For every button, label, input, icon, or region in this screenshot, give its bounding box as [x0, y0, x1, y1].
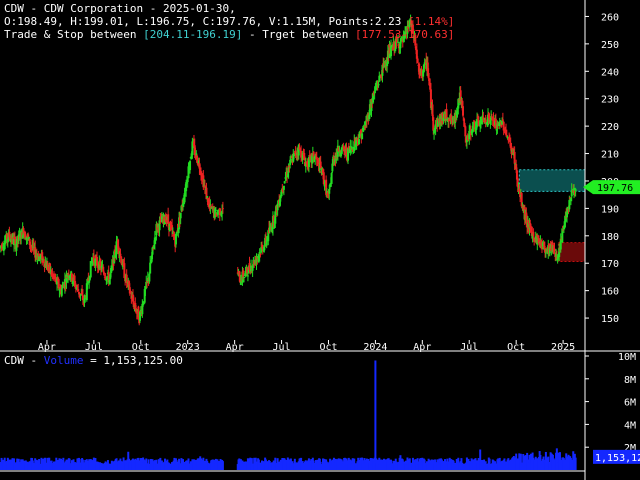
change-pct: 1.14%: [414, 15, 448, 28]
price-tick-label: 260: [601, 12, 619, 23]
candle-body: [461, 106, 464, 116]
last-volume-label: 1,153,125: [595, 453, 640, 464]
candle-body: [416, 58, 419, 63]
candle-body: [501, 119, 504, 121]
target-zone: [557, 242, 586, 262]
price-tick-label: 250: [601, 40, 619, 51]
candle-body: [221, 208, 224, 210]
candle-body: [431, 104, 434, 116]
ohlc-readout: O:198.49, H:199.01, L:196.75, C:197.76, …: [4, 15, 455, 28]
chart-title-text: CDW - CDW Corporation - 2025-01-30,: [4, 2, 236, 15]
candle-body: [214, 209, 217, 211]
candle-body: [149, 262, 152, 274]
candle-body: [282, 185, 285, 190]
candle-body: [57, 279, 60, 289]
volume-tick-label: 10M: [618, 352, 636, 363]
trade-stop-label: Trade & Stop between: [4, 28, 144, 41]
candle-body: [259, 253, 262, 255]
candle-body: [532, 231, 535, 236]
candle-body: [119, 253, 122, 256]
candle-body: [464, 126, 467, 137]
candle-body: [60, 288, 63, 296]
candle-body: [77, 289, 80, 292]
candle-body: [427, 73, 430, 79]
volume-tick-label: 8M: [624, 375, 636, 386]
volume-tick-label: 6M: [624, 398, 636, 409]
candle-body: [243, 277, 246, 279]
price-tick-label: 210: [601, 150, 619, 161]
volume-tick-label: 4M: [624, 420, 636, 431]
trade-stop-range: 204.11-196.19: [149, 28, 236, 41]
price-tick-label: 190: [601, 204, 619, 215]
candle-body: [283, 181, 286, 184]
candle-body: [397, 41, 400, 43]
candle-body: [186, 178, 189, 183]
candles: [0, 14, 577, 326]
price-axis: 150160170180190200210220230240250260: [585, 12, 619, 325]
volume-bars: [0, 360, 577, 470]
candle-body: [89, 261, 92, 278]
volume-axis: 2M4M6M8M10M: [585, 352, 636, 454]
candle-body: [553, 248, 556, 252]
candle-body: [330, 173, 333, 184]
candle-body: [179, 212, 182, 219]
volume-value: = 1,153,125.00: [83, 354, 183, 367]
volume-label: Volume: [43, 354, 84, 367]
candle-body: [328, 188, 331, 194]
zones-readout: Trade & Stop between [204.11-196.19] - T…: [4, 28, 455, 41]
price-tick-label: 180: [601, 232, 619, 243]
chart-title: CDW - CDW Corporation - 2025-01-30,: [4, 2, 236, 15]
target-range: 177.53-170.63: [361, 28, 448, 41]
price-tick-label: 230: [601, 95, 619, 106]
candle-body: [276, 203, 279, 211]
candle-body: [568, 200, 571, 210]
price-tick-label: 240: [601, 67, 619, 78]
volume-symbol: CDW -: [4, 354, 44, 367]
candle-body: [361, 133, 364, 140]
candle-body: [148, 273, 151, 282]
price-tick-label: 160: [601, 287, 619, 298]
candle-body: [445, 109, 448, 120]
candle-body: [357, 139, 360, 145]
price-tick-label: 220: [601, 122, 619, 133]
candle-body: [42, 259, 45, 264]
candle-body: [246, 275, 249, 277]
candle-body: [513, 151, 516, 164]
axis-labels: 197.76 1,153,125: [0, 0, 640, 480]
candle-body: [574, 189, 577, 192]
ohlc-values: O:198.49, H:199.01, L:196.75, C:197.76, …: [4, 15, 402, 28]
price-tick-label: 170: [601, 259, 619, 270]
candle-body: [206, 196, 209, 198]
candle-body: [103, 272, 106, 275]
candle-body: [377, 83, 380, 86]
price-tick-label: 150: [601, 314, 619, 325]
volume-title: CDW - Volume = 1,153,125.00: [4, 354, 183, 367]
last-price-label: 197.76: [597, 183, 633, 194]
candle-body: [189, 161, 192, 171]
chart-canvas: 150160170180190200210220230240250260 Apr…: [0, 0, 640, 480]
target-label: - Trget between: [242, 28, 356, 41]
